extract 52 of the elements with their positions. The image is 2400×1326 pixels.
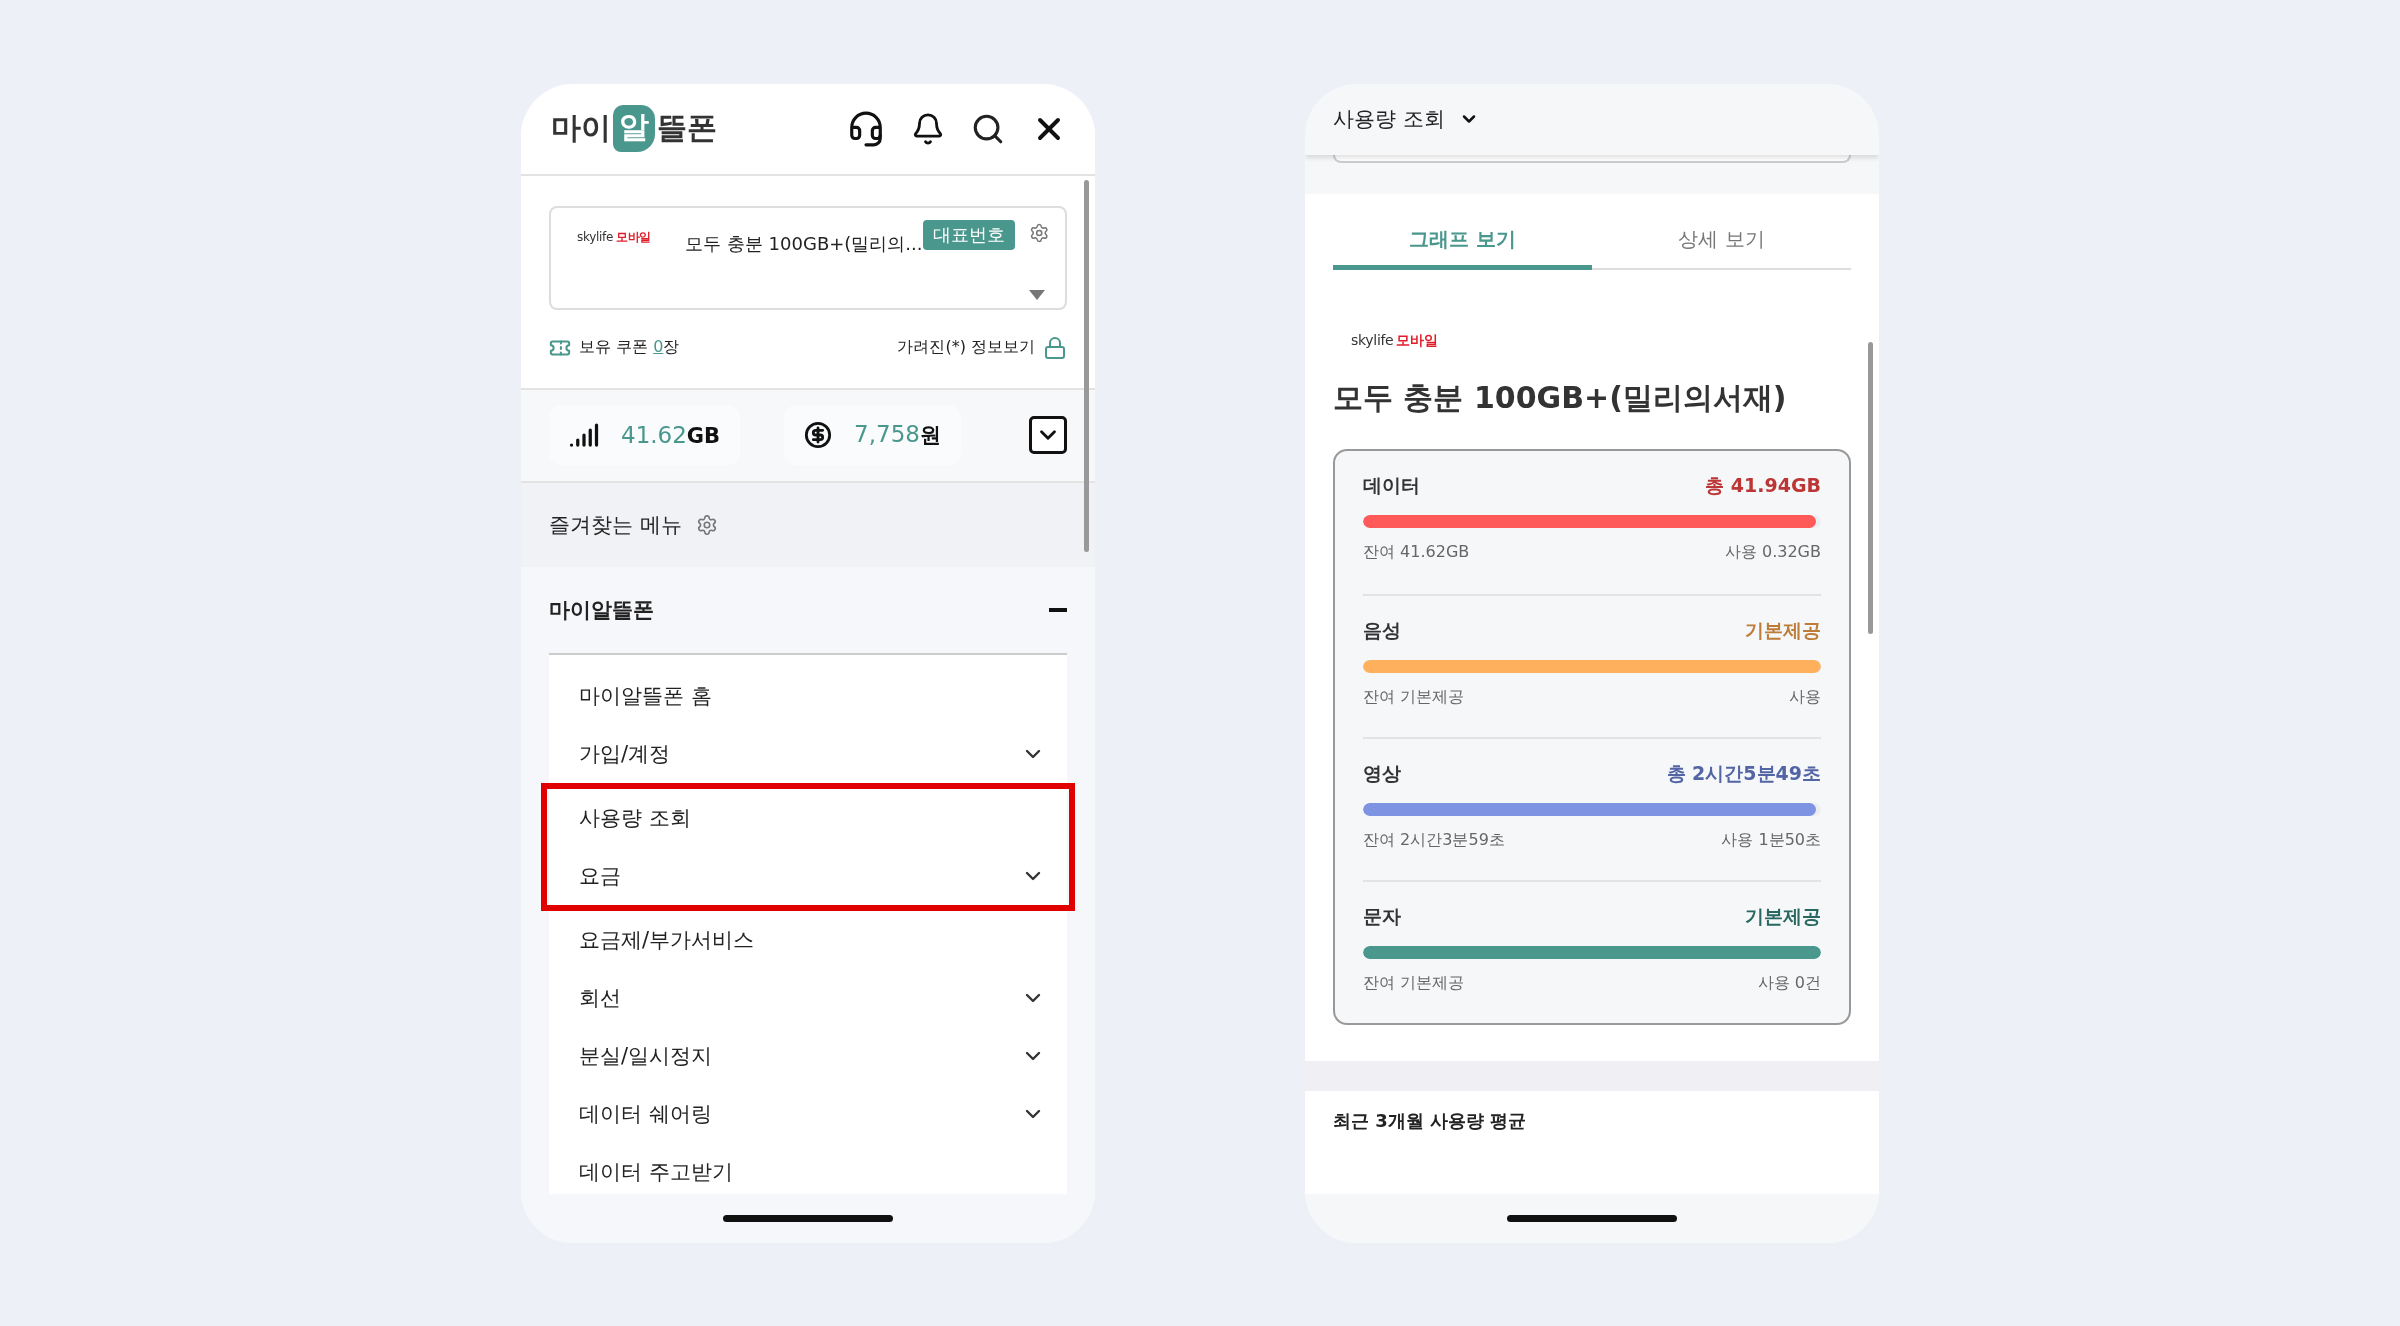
expand-button[interactable] — [1029, 416, 1067, 454]
used-amount: 사용 1분50초 — [1721, 829, 1821, 851]
usage-total: 기본제공 — [1745, 903, 1821, 929]
menu-item[interactable]: 요금제/부가서비스 — [549, 910, 1067, 969]
lock-icon[interactable] — [1043, 335, 1067, 360]
remaining-amount: 잔여 기본제공 — [1363, 686, 1465, 708]
plan-title: 모두 충분 100GB+(밀리의서재) — [1333, 378, 1788, 417]
hidden-info-link[interactable]: 가려진(*) 정보보기 — [897, 337, 1035, 358]
menu-item[interactable]: 데이터 쉐어링 — [549, 1084, 1067, 1143]
tab[interactable]: 상세 보기 — [1592, 213, 1851, 270]
usage-label: 영상 — [1363, 760, 1401, 786]
bell-icon[interactable] — [911, 111, 945, 146]
scrollbar[interactable] — [1084, 179, 1089, 552]
collapse-icon[interactable] — [1049, 607, 1067, 612]
carrier-logo: skylife 모바일 — [1351, 331, 1439, 350]
usage-total: 총 2시간5분49초 — [1666, 760, 1821, 786]
used-amount: 사용 — [1789, 686, 1821, 708]
used-amount: 사용 0건 — [1757, 972, 1821, 994]
menu-item[interactable]: 마이알뜰폰 홈 — [549, 666, 1067, 725]
used-amount: 사용 0.32GB — [1724, 541, 1821, 563]
carrier-logo: skylife 모바일 — [577, 229, 652, 246]
usage-total: 기본제공 — [1745, 617, 1821, 643]
page-title[interactable]: 사용량 조회 — [1333, 105, 1445, 133]
stat-value: 7,758원 — [854, 421, 941, 449]
remaining-amount: 잔여 2시간3분59초 — [1363, 829, 1505, 851]
scrollbar[interactable] — [1868, 341, 1873, 634]
coupon-count[interactable]: 보유 쿠폰 0장 — [579, 337, 680, 358]
signal-icon — [569, 420, 599, 450]
dollar-icon — [804, 421, 833, 449]
stat-value: 41.62GB — [621, 422, 721, 448]
settings-icon[interactable] — [695, 513, 718, 536]
menu-item[interactable]: 가입/계정 — [549, 724, 1067, 783]
plan-name: 모두 충분 100GB+(밀리의... — [685, 231, 923, 256]
menu-item[interactable]: 회선 — [549, 968, 1067, 1027]
logo: 마이 알 뜰폰 — [551, 105, 717, 152]
menu-item[interactable]: 분실/일시정지 — [549, 1026, 1067, 1085]
usage-label: 음성 — [1363, 617, 1401, 643]
favorites-title: 즐겨찾는 메뉴 — [549, 511, 682, 539]
usage-label: 문자 — [1363, 903, 1401, 929]
caret-down-icon — [1029, 289, 1045, 300]
menu-item[interactable]: 데이터 주고받기 — [549, 1142, 1067, 1194]
menu-item[interactable]: 사용량 조회 — [541, 782, 1075, 847]
usage-label: 데이터 — [1363, 472, 1420, 498]
line-selector[interactable]: skylife 모바일 모두 충분 100GB+(밀리의... 대표번호 — [549, 205, 1067, 310]
menu-item[interactable]: 요금 — [541, 846, 1075, 911]
usage-total: 총 41.94GB — [1705, 472, 1821, 498]
remaining-amount: 잔여 기본제공 — [1363, 972, 1465, 994]
headset-icon[interactable] — [847, 109, 885, 148]
main-number-badge: 대표번호 — [922, 219, 1015, 250]
section-title[interactable]: 마이알뜰폰 — [549, 595, 654, 624]
remaining-amount: 잔여 41.62GB — [1363, 541, 1470, 563]
section-title: 최근 3개월 사용량 평균 — [1333, 1108, 1528, 1133]
